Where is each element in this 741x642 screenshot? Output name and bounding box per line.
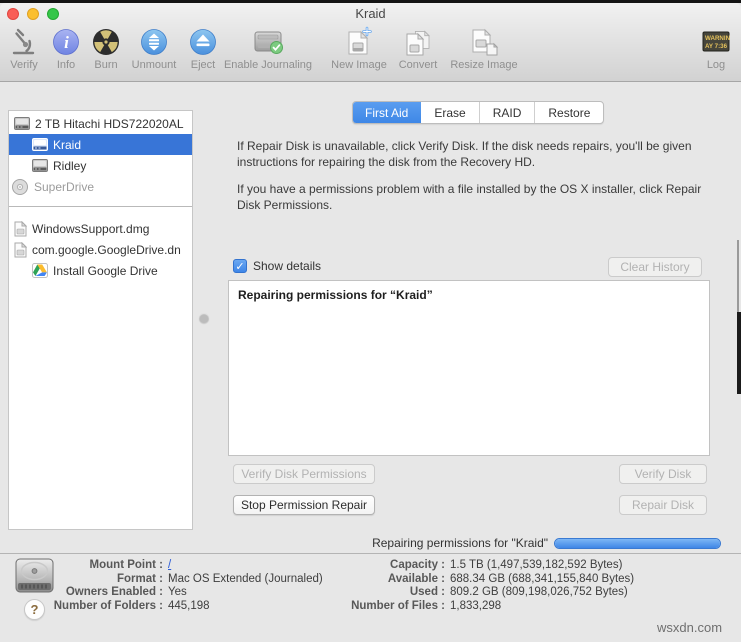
watermark-text: wsxdn.com xyxy=(657,620,723,635)
volume-icon xyxy=(32,138,48,151)
tab-restore[interactable]: Restore xyxy=(535,102,603,123)
info-row-capacity: Capacity : 1.5 TB (1,497,539,182,592 Byt… xyxy=(390,559,623,571)
tab-first-aid[interactable]: First Aid xyxy=(353,102,422,123)
toolbar-log-label: Log xyxy=(706,59,726,71)
info-row-number-of-folders: Number of Folders : 445,198 xyxy=(53,599,210,612)
svg-text:AY 7:36: AY 7:36 xyxy=(705,43,728,50)
mode-tabs: First Aid Erase RAID Restore xyxy=(352,101,605,124)
toolbar-convert-button[interactable]: Convert xyxy=(392,25,444,71)
toolbar-burn-button[interactable]: Burn xyxy=(86,25,126,71)
info-row-owners-enabled: Owners Enabled : Yes xyxy=(65,586,187,599)
toolbar-resize-image-button[interactable]: Resize Image xyxy=(447,25,521,71)
new-image-icon xyxy=(327,25,391,59)
disk-image-icon xyxy=(14,220,27,237)
first-aid-description-1: If Repair Disk is unavailable, click Ver… xyxy=(237,139,692,169)
toolbar-enable-journaling-button[interactable]: Enable Journaling xyxy=(218,25,318,71)
volume-icon xyxy=(32,159,48,172)
toolbar-new-image-label: New Image xyxy=(331,59,387,71)
toolbar-info-button[interactable]: i Info xyxy=(48,25,84,71)
svg-text:i: i xyxy=(64,33,69,52)
sidebar-item-label: SuperDrive xyxy=(34,179,95,194)
verify-disk-button[interactable]: Verify Disk xyxy=(619,464,707,484)
tab-raid[interactable]: RAID xyxy=(480,102,536,123)
toolbar-verify-button[interactable]: Verify xyxy=(2,25,46,71)
sidebar-item-ridley[interactable]: Ridley xyxy=(9,155,192,176)
burn-icon xyxy=(86,25,126,59)
toolbar-unmount-label: Unmount xyxy=(131,59,177,71)
show-details-checkbox[interactable]: ✓ xyxy=(233,259,247,273)
info-row-used: Used : 809.2 GB (809,198,026,752 Bytes) xyxy=(409,586,628,599)
verify-disk-permissions-button[interactable]: Verify Disk Permissions xyxy=(233,464,375,484)
sidebar-item-label: 2 TB Hitachi HDS722020AL xyxy=(35,116,184,131)
toolbar-log-button[interactable]: WARNIN AY 7:36 Log xyxy=(697,25,735,71)
mount-point-link[interactable]: / xyxy=(168,559,171,573)
toolbar-eject-button[interactable]: Eject xyxy=(183,25,223,71)
status-text: Repairing permissions for "Kraid" xyxy=(372,536,548,550)
toolbar-verify-label: Verify xyxy=(10,59,38,71)
convert-icon xyxy=(392,25,444,59)
info-icon: i xyxy=(48,25,84,59)
progress-fill xyxy=(555,539,720,548)
window-titlebar-toolbar: Kraid Verify i Info Burn Unmount Eject E… xyxy=(0,3,741,82)
close-button[interactable] xyxy=(7,8,19,20)
sidebar-item-label: Install Google Drive xyxy=(53,263,158,278)
details-log-text: Repairing permissions for “Kraid” xyxy=(238,288,433,302)
eject-icon xyxy=(183,25,223,59)
info-row-mount-point: Mount Point : / xyxy=(89,559,172,573)
toolbar-resize-image-label: Resize Image xyxy=(450,59,518,71)
sidebar-item-kraid[interactable]: Kraid xyxy=(9,134,192,155)
log-icon: WARNIN AY 7:36 xyxy=(697,25,735,59)
show-details-control: ✓ Show details xyxy=(233,259,321,273)
optical-disc-icon xyxy=(11,178,29,196)
show-details-label: Show details xyxy=(253,259,322,273)
tab-erase[interactable]: Erase xyxy=(421,102,480,123)
info-row-available: Available : 688.34 GB (688,341,155,840 B… xyxy=(387,572,635,585)
info-row-number-of-files: Number of Files : 1,833,298 xyxy=(351,599,502,612)
sidebar-item-googledrive-dmg[interactable]: com.google.GoogleDrive.dn xyxy=(9,239,192,260)
microscope-icon xyxy=(2,25,46,59)
sidebar-item-windowssupport-dmg[interactable]: WindowsSupport.dmg xyxy=(9,218,192,239)
clipped-edge-line xyxy=(737,240,739,312)
disk-icon xyxy=(14,117,30,130)
minimize-button[interactable] xyxy=(27,8,39,20)
sidebar-item-hitachi-disk[interactable]: 2 TB Hitachi HDS722020AL xyxy=(9,113,192,134)
progress-bar xyxy=(554,538,721,549)
splitter-handle[interactable] xyxy=(199,313,209,323)
sidebar-item-label: Kraid xyxy=(53,137,82,152)
sidebar-separator xyxy=(9,206,192,207)
sidebar-item-superdrive[interactable]: SuperDrive xyxy=(9,176,192,197)
clipped-edge-bar xyxy=(737,312,741,394)
details-log-area[interactable]: Repairing permissions for “Kraid” xyxy=(228,280,710,456)
footer-separator xyxy=(0,553,741,554)
clear-history-button[interactable]: Clear History xyxy=(608,257,702,277)
toolbar-burn-label: Burn xyxy=(94,59,118,71)
sidebar-item-label: com.google.GoogleDrive.dn xyxy=(32,242,181,257)
journaling-disk-icon xyxy=(218,25,318,59)
first-aid-description-2: If you have a permissions problem with a… xyxy=(237,182,702,212)
toolbar-eject-label: Eject xyxy=(190,59,216,71)
volume-info-left: Mount Point : / Format : Mac OS Extended… xyxy=(0,559,323,613)
toolbar-enable-journaling-label: Enable Journaling xyxy=(223,59,313,71)
volume-info-right: Capacity : 1.5 TB (1,497,539,182,592 Byt… xyxy=(342,559,634,613)
sidebar-item-label: WindowsSupport.dmg xyxy=(32,221,150,236)
toolbar-convert-label: Convert xyxy=(398,59,438,71)
unmount-icon xyxy=(125,25,183,59)
svg-text:WARNIN: WARNIN xyxy=(705,35,731,42)
google-drive-icon xyxy=(32,263,48,278)
toolbar-unmount-button[interactable]: Unmount xyxy=(125,25,183,71)
toolbar-info-label: Info xyxy=(56,59,76,71)
window-controls xyxy=(7,8,59,20)
disk-image-icon xyxy=(14,241,27,258)
sidebar-item-install-google-drive[interactable]: Install Google Drive xyxy=(9,260,192,281)
stop-permission-repair-button[interactable]: Stop Permission Repair xyxy=(233,495,375,515)
zoom-button[interactable] xyxy=(47,8,59,20)
resize-image-icon xyxy=(447,25,521,59)
repair-disk-button[interactable]: Repair Disk xyxy=(619,495,707,515)
sidebar-item-label: Ridley xyxy=(53,158,87,173)
device-sidebar: 2 TB Hitachi HDS722020AL Kraid Ridley Su… xyxy=(8,110,193,530)
info-row-format: Format : Mac OS Extended (Journaled) xyxy=(117,572,323,585)
window-title: Kraid xyxy=(355,6,386,21)
toolbar-new-image-button[interactable]: New Image xyxy=(327,25,391,71)
